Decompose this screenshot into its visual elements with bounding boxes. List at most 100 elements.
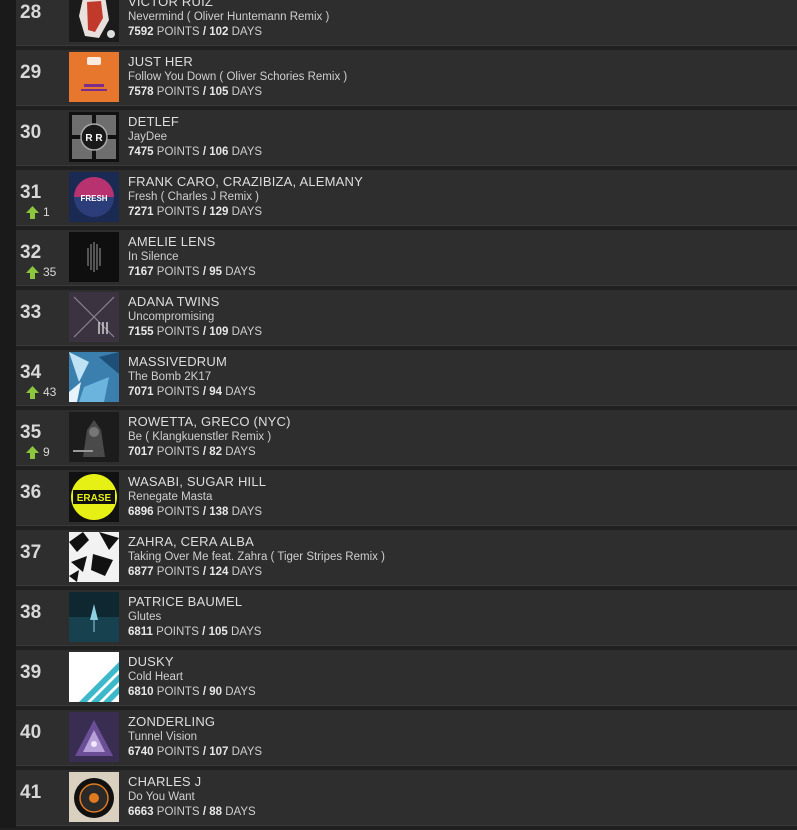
artist-name[interactable]: JUST HER (128, 54, 347, 70)
track-info: WASABI, SUGAR HILL Renegate Masta 6896 P… (128, 474, 266, 519)
separator: / (202, 446, 207, 458)
track-title[interactable]: Be ( Klangkuenstler Remix ) (128, 430, 291, 445)
arrow-up-icon (26, 445, 39, 459)
track-title[interactable]: Glutes (128, 610, 261, 625)
track-info: JUST HER Follow You Down ( Oliver Schori… (128, 54, 347, 99)
days-label: DAYS (231, 146, 263, 158)
track-title[interactable]: Taking Over Me feat. Zahra ( Tiger Strip… (128, 550, 385, 565)
track-title[interactable]: Tunnel Vision (128, 730, 262, 745)
points-label: POINTS (156, 86, 200, 98)
chart-row[interactable]: 35 9 ROWETTA, GRECO (NYC) Be ( Klangkuen… (16, 410, 797, 466)
chart-row[interactable]: 28 VICTOR RUIZ Nevermind ( Oliver Huntem… (16, 0, 797, 46)
points-value: 7592 (128, 26, 154, 38)
track-title[interactable]: Cold Heart (128, 670, 256, 685)
track-info: AMELIE LENS In Silence 7167 POINTS / 95 … (128, 234, 256, 279)
days-value: 129 (209, 206, 229, 218)
points-label: POINTS (156, 506, 200, 518)
track-title[interactable]: Do You Want (128, 790, 256, 805)
points-value: 6877 (128, 566, 154, 578)
track-title[interactable]: Renegate Masta (128, 490, 266, 505)
cover-art[interactable] (69, 412, 119, 462)
chart-row[interactable]: 32 35 AMELIE LENS In Silence 7167 POINTS… (16, 230, 797, 286)
rank-number: 40 (20, 722, 42, 743)
track-title[interactable]: Uncompromising (128, 310, 262, 325)
days-value: 94 (209, 386, 223, 398)
track-stats: 7271 POINTS / 129 DAYS (128, 205, 363, 219)
chart-row[interactable]: 39 DUSKY Cold Heart 6810 POINTS / 90 DAY… (16, 650, 797, 706)
track-info: ADANA TWINS Uncompromising 7155 POINTS /… (128, 294, 262, 339)
chart-row[interactable]: 31 1 FRESH FRANK CARO, CRAZIBIZA, ALEMAN… (16, 170, 797, 226)
chart-row[interactable]: 37 ZAHRA, CERA ALBA Taking Over Me feat.… (16, 530, 797, 586)
points-value: 6811 (128, 626, 153, 638)
artist-name[interactable]: ADANA TWINS (128, 294, 262, 310)
points-label: POINTS (156, 566, 200, 578)
artist-name[interactable]: AMELIE LENS (128, 234, 256, 250)
cover-art[interactable] (69, 712, 119, 762)
separator: / (202, 686, 207, 698)
left-gutter (0, 0, 16, 828)
separator: / (202, 506, 207, 518)
cover-art[interactable] (69, 652, 119, 702)
track-stats: 6810 POINTS / 90 DAYS (128, 685, 256, 699)
track-title[interactable]: Nevermind ( Oliver Huntemann Remix ) (128, 10, 329, 25)
artist-name[interactable]: MASSIVEDRUM (128, 354, 256, 370)
track-stats: 7155 POINTS / 109 DAYS (128, 325, 262, 339)
chart-row[interactable]: 30 R R DETLEF JayDee 7475 POINTS / 106 D… (16, 110, 797, 166)
points-value: 7578 (128, 86, 154, 98)
artist-name[interactable]: ZONDERLING (128, 714, 262, 730)
days-value: 102 (209, 26, 229, 38)
chart-row[interactable]: 33 ADANA TWINS Uncompromising 7155 POINT… (16, 290, 797, 346)
artist-name[interactable]: VICTOR RUIZ (128, 0, 329, 10)
points-label: POINTS (156, 806, 200, 818)
chart-row[interactable]: 36 ERASE WASABI, SUGAR HILL Renegate Mas… (16, 470, 797, 526)
track-title[interactable]: JayDee (128, 130, 262, 145)
artist-name[interactable]: ZAHRA, CERA ALBA (128, 534, 385, 550)
cover-art[interactable]: R R (69, 112, 119, 162)
cover-art[interactable] (69, 592, 119, 642)
track-title[interactable]: The Bomb 2K17 (128, 370, 256, 385)
days-label: DAYS (225, 446, 256, 458)
track-title[interactable]: In Silence (128, 250, 256, 265)
track-stats: 6811 POINTS / 105 DAYS (128, 625, 261, 639)
days-label: DAYS (230, 626, 262, 638)
chart-row[interactable]: 41 CHARLES J Do You Want 6663 POINTS / 8… (16, 770, 797, 826)
artist-name[interactable]: WASABI, SUGAR HILL (128, 474, 266, 490)
artist-name[interactable]: DUSKY (128, 654, 256, 670)
cover-art[interactable] (69, 352, 119, 402)
chart-row[interactable]: 40 ZONDERLING Tunnel Vision 6740 POINTS … (16, 710, 797, 766)
cover-art[interactable] (69, 0, 119, 42)
points-label: POINTS (156, 266, 200, 278)
cover-art[interactable] (69, 532, 119, 582)
cover-art[interactable] (69, 292, 119, 342)
cover-art[interactable]: FRESH (69, 172, 119, 222)
days-label: DAYS (231, 506, 263, 518)
cover-art[interactable] (69, 52, 119, 102)
trend-value: 9 (43, 445, 50, 459)
track-title[interactable]: Follow You Down ( Oliver Schories Remix … (128, 70, 347, 85)
separator: / (202, 146, 207, 158)
days-label: DAYS (231, 86, 263, 98)
chart-row[interactable]: 34 43 MASSIVEDRUM The Bomb 2K17 7071 POI… (16, 350, 797, 406)
track-title[interactable]: Fresh ( Charles J Remix ) (128, 190, 363, 205)
track-stats: 6877 POINTS / 124 DAYS (128, 565, 385, 579)
track-stats: 7017 POINTS / 82 DAYS (128, 445, 291, 459)
points-value: 7271 (128, 206, 154, 218)
chart-row[interactable]: 29 JUST HER Follow You Down ( Oliver Sch… (16, 50, 797, 106)
days-label: DAYS (225, 806, 256, 818)
rank-number: 37 (20, 542, 42, 563)
cover-art[interactable] (69, 232, 119, 282)
track-info: CHARLES J Do You Want 6663 POINTS / 88 D… (128, 774, 256, 819)
days-value: 106 (209, 146, 229, 158)
artist-name[interactable]: PATRICE BAUMEL (128, 594, 261, 610)
artist-name[interactable]: FRANK CARO, CRAZIBIZA, ALEMANY (128, 174, 363, 190)
artist-name[interactable]: CHARLES J (128, 774, 256, 790)
days-value: 105 (209, 86, 229, 98)
track-stats: 6740 POINTS / 107 DAYS (128, 745, 262, 759)
cover-art[interactable]: ERASE (69, 472, 119, 522)
artist-name[interactable]: DETLEF (128, 114, 262, 130)
cover-art[interactable] (69, 772, 119, 822)
artist-name[interactable]: ROWETTA, GRECO (NYC) (128, 414, 291, 430)
separator: / (202, 746, 207, 758)
track-stats: 7071 POINTS / 94 DAYS (128, 385, 256, 399)
chart-row[interactable]: 38 PATRICE BAUMEL Glutes 6811 POINTS / 1… (16, 590, 797, 646)
